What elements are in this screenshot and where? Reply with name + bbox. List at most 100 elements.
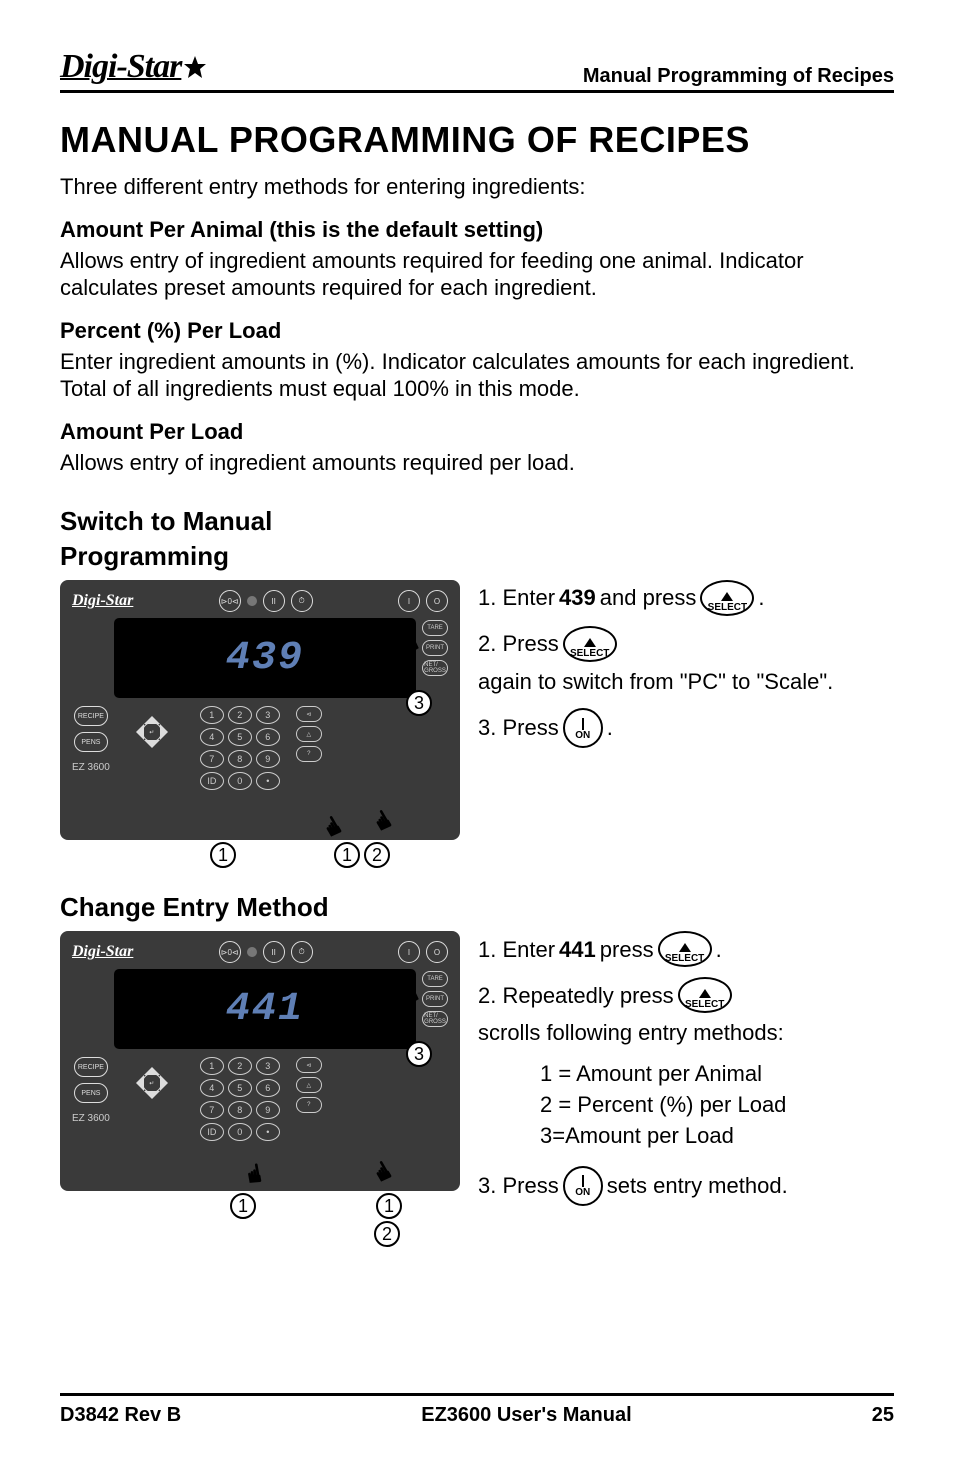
function-button[interactable]: ⊲ [296, 1057, 322, 1073]
recipe-button[interactable]: RECIPE [74, 1057, 108, 1077]
key-7[interactable]: 7 [200, 750, 224, 768]
on-button[interactable]: I [398, 941, 420, 963]
s1-step1-a: 1. Enter [478, 582, 555, 614]
tare-button[interactable]: TARE [422, 620, 448, 636]
section1-heading-l1: Switch to Manual [60, 504, 894, 539]
led-icon [247, 596, 257, 606]
netgross-button[interactable]: NET/GROSS [422, 660, 448, 676]
down-arrow-icon[interactable] [144, 740, 160, 756]
section2-steps: 1. Enter 441 press SELECT. 2. Repeatedly… [478, 931, 894, 1215]
select-button[interactable]: △ [296, 726, 322, 742]
key-6[interactable]: 6 [256, 1079, 280, 1097]
key-0[interactable]: 0 [228, 772, 252, 790]
callout-2: 2 [374, 1221, 400, 1247]
pens-button[interactable]: PENS [74, 1083, 108, 1103]
method2-title: Percent (%) Per Load [60, 318, 894, 344]
key-8[interactable]: 8 [228, 750, 252, 768]
enter-button[interactable]: ↵ [142, 722, 162, 742]
key-9[interactable]: 9 [256, 750, 280, 768]
device-panel-2: Digi-Star ⊳0⊲ II ⏱ I O 441 TARE [60, 931, 460, 1191]
model-label: EZ 3600 [72, 1113, 110, 1124]
enter-button[interactable]: ↵ [142, 1073, 162, 1093]
timer-button[interactable]: ⏱ [291, 941, 313, 963]
key-8[interactable]: 8 [228, 1101, 252, 1119]
zero-button[interactable]: ⊳0⊲ [219, 590, 241, 612]
s1-step1-b: 439 [559, 582, 596, 614]
footer-right: 25 [872, 1404, 894, 1427]
device-logo: Digi-Star [72, 943, 133, 961]
on-key-icon: ON [563, 1166, 603, 1206]
method3-body: Allows entry of ingredient amounts requi… [60, 449, 894, 477]
entry-option-1: 1 = Amount per Animal [540, 1059, 894, 1090]
netgross-button[interactable]: NET/GROSS [422, 1011, 448, 1027]
page-footer: D3842 Rev B EZ3600 User's Manual 25 [60, 1393, 894, 1427]
on-label: ON [575, 1188, 590, 1198]
key-6[interactable]: 6 [256, 728, 280, 746]
key-3[interactable]: 3 [256, 706, 280, 724]
lcd-display: 441 [114, 969, 416, 1049]
footer-center: EZ3600 User's Manual [421, 1404, 631, 1427]
key-id[interactable]: ID [200, 772, 224, 790]
key-3[interactable]: 3 [256, 1057, 280, 1075]
help-button[interactable]: ? [296, 746, 322, 762]
select-label: SELECT [708, 603, 747, 613]
down-arrow-icon[interactable] [144, 1091, 160, 1107]
device-logo: Digi-Star [72, 592, 133, 610]
timer-button[interactable]: ⏱ [291, 590, 313, 612]
select-key-icon: SELECT [658, 931, 712, 967]
s1-step2-a: 2. Press [478, 628, 559, 660]
zero-button[interactable]: ⊳0⊲ [219, 941, 241, 963]
device-panel-1: Digi-Star ⊳0⊲ II ⏱ I O 439 TARE [60, 580, 460, 840]
key-2[interactable]: 2 [228, 1057, 252, 1075]
key-1[interactable]: 1 [200, 706, 224, 724]
s2-step2-b: scrolls following entry methods: [478, 1017, 784, 1049]
select-button[interactable]: △ [296, 1077, 322, 1093]
pointer-hand-icon: ☚ [362, 1154, 401, 1190]
select-label: SELECT [685, 1000, 724, 1010]
function-button[interactable]: ⊲ [296, 706, 322, 722]
on-label: ON [575, 731, 590, 741]
lcd-display: 439 [114, 618, 416, 698]
off-button[interactable]: O [426, 941, 448, 963]
tare-button[interactable]: TARE [422, 971, 448, 987]
key-4[interactable]: 4 [200, 728, 224, 746]
s2-step1-b: 441 [559, 934, 596, 966]
star-icon [183, 50, 207, 88]
key-5[interactable]: 5 [228, 728, 252, 746]
callout-1b: 1 [376, 1193, 402, 1219]
key-4[interactable]: 4 [200, 1079, 224, 1097]
key-id[interactable]: ID [200, 1123, 224, 1141]
key-1[interactable]: 1 [200, 1057, 224, 1075]
section2-heading: Change Entry Method [60, 890, 894, 925]
key-9[interactable]: 9 [256, 1101, 280, 1119]
intro-text: Three different entry methods for enteri… [60, 173, 894, 201]
nav-diamond[interactable]: ↵ [132, 1063, 172, 1103]
key-dot[interactable]: • [256, 1123, 280, 1141]
select-key-icon: SELECT [563, 626, 617, 662]
on-button[interactable]: I [398, 590, 420, 612]
key-dot[interactable]: • [256, 772, 280, 790]
help-button[interactable]: ? [296, 1097, 322, 1113]
hold-button[interactable]: II [263, 941, 285, 963]
display-value: 439 [226, 636, 304, 681]
key-5[interactable]: 5 [228, 1079, 252, 1097]
off-button[interactable]: O [426, 590, 448, 612]
pointer-hand-icon: ☚ [312, 809, 351, 845]
nav-diamond[interactable]: ↵ [132, 712, 172, 752]
numeric-keypad: 1 2 3 4 5 6 7 8 9 ID 0 • [200, 1057, 280, 1141]
right-arrow-icon[interactable] [160, 1075, 176, 1091]
key-7[interactable]: 7 [200, 1101, 224, 1119]
select-label: SELECT [570, 649, 609, 659]
pens-button[interactable]: PENS [74, 732, 108, 752]
key-2[interactable]: 2 [228, 706, 252, 724]
s2-step1-c: press [600, 934, 654, 966]
select-key-icon: SELECT [678, 977, 732, 1013]
hold-button[interactable]: II [263, 590, 285, 612]
entry-option-2: 2 = Percent (%) per Load [540, 1090, 894, 1121]
right-arrow-icon[interactable] [160, 724, 176, 740]
recipe-button[interactable]: RECIPE [74, 706, 108, 726]
key-0[interactable]: 0 [228, 1123, 252, 1141]
select-key-icon: SELECT [700, 580, 754, 616]
model-label: EZ 3600 [72, 762, 110, 773]
led-icon [247, 947, 257, 957]
